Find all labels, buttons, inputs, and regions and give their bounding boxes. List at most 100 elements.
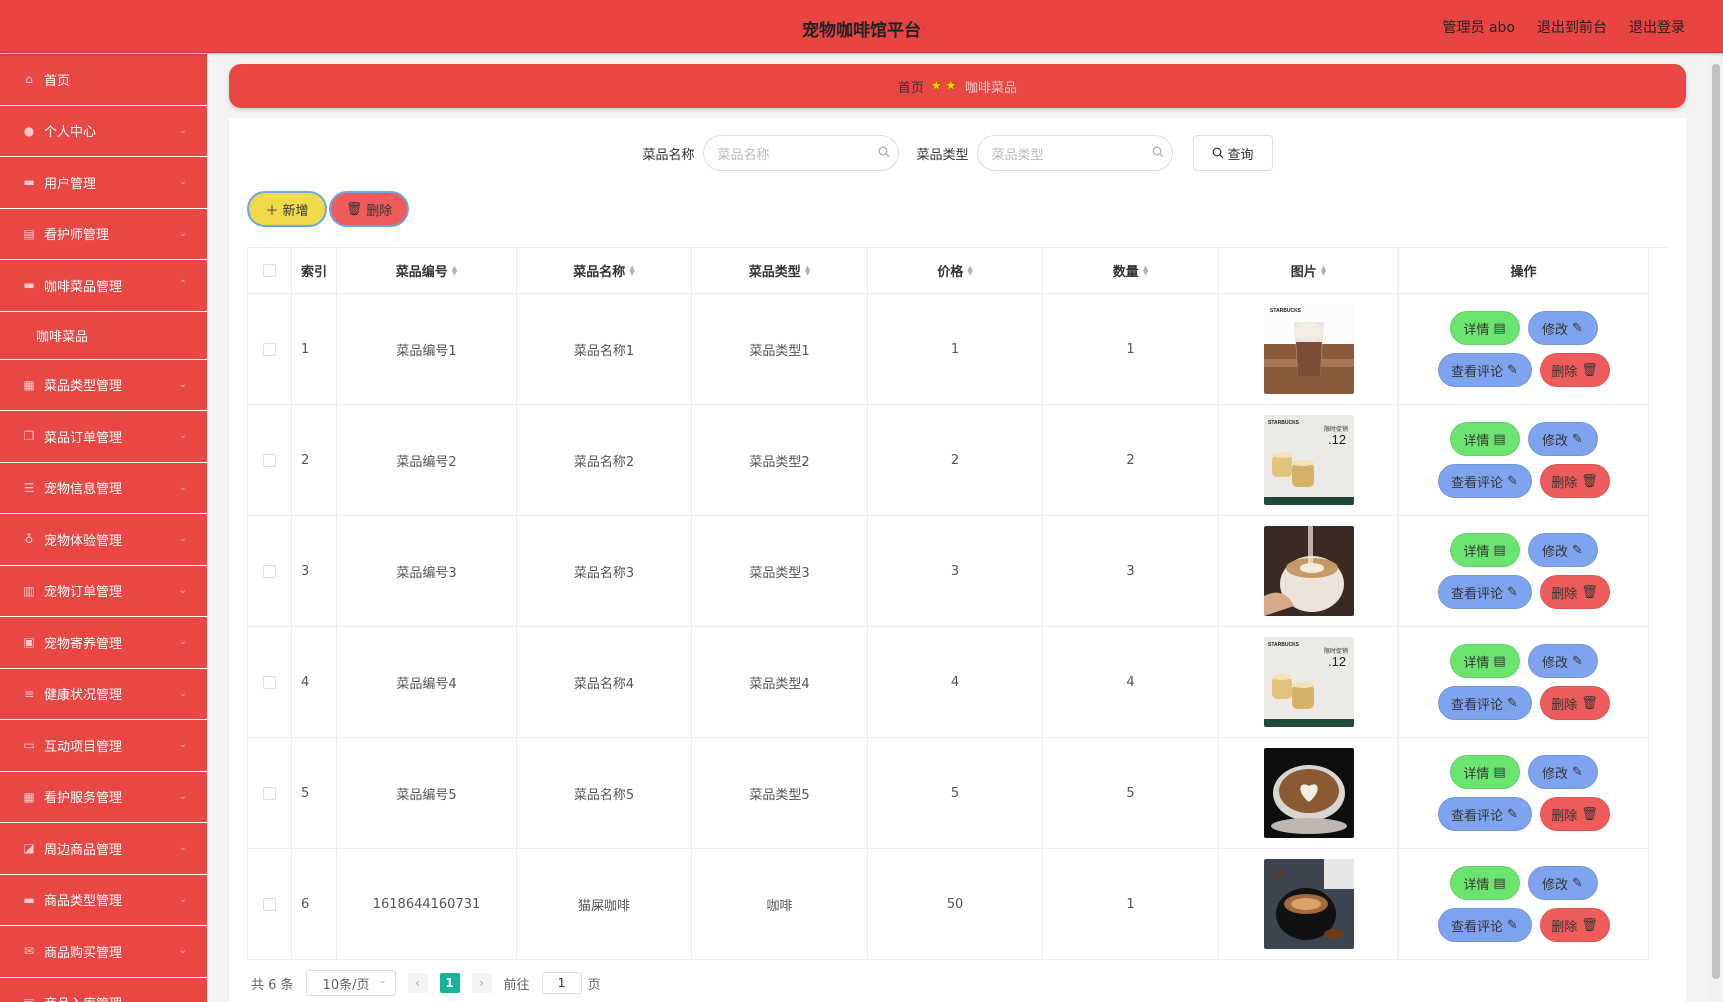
- sort-icon[interactable]: ▲ ▼: [805, 264, 810, 276]
- delete-button[interactable]: 删除 🗑: [1539, 353, 1610, 387]
- sidebar-item-profile[interactable]: ● 个人中心 ⌄: [0, 106, 207, 157]
- sidebar-item-goods-purchase[interactable]: ✉ 商品购买管理 ⌄: [0, 926, 207, 978]
- sidebar-item-label: 菜品订单管理: [44, 430, 123, 446]
- sidebar-item-pet-boarding[interactable]: ▣ 宠物寄养管理 ⌄: [0, 617, 207, 669]
- view-comments-button[interactable]: 查看评论 ✎: [1437, 797, 1532, 831]
- row-checkbox[interactable]: [263, 786, 276, 800]
- scrollbar-thumb[interactable]: [1712, 64, 1720, 979]
- edit-button[interactable]: 修改 ✎: [1527, 755, 1598, 789]
- batch-delete-button[interactable]: 🗑 删除: [329, 191, 409, 227]
- user-icon: ●: [23, 123, 35, 138]
- delete-button[interactable]: 删除 🗑: [1539, 797, 1610, 831]
- edit-button[interactable]: 修改 ✎: [1527, 422, 1598, 456]
- sidebar-item-pet-orders[interactable]: ▥ 宠物订单管理 ⌄: [0, 566, 207, 617]
- delete-button[interactable]: 删除 🗑: [1539, 464, 1610, 498]
- cell-price: 2: [868, 405, 1043, 516]
- delete-button[interactable]: 删除 🗑: [1539, 686, 1610, 720]
- breadcrumb-home[interactable]: 首页: [898, 77, 924, 96]
- view-comments-button[interactable]: 查看评论 ✎: [1437, 464, 1532, 498]
- sidebar-item-label: 宠物信息管理: [44, 482, 123, 498]
- sidebar-item-dish-types[interactable]: ▦ 菜品类型管理 ⌄: [0, 360, 207, 411]
- sidebar-item-goods-types[interactable]: ▬ 商品类型管理 ⌄: [0, 875, 207, 926]
- logout-link[interactable]: 退出登录: [1629, 17, 1685, 37]
- dish-image[interactable]: [1263, 859, 1354, 949]
- trash-icon: 🗑: [1581, 584, 1598, 600]
- sidebar-item-label: 商品类型管理: [44, 894, 123, 910]
- sort-icon[interactable]: ▲ ▼: [629, 264, 634, 276]
- detail-button[interactable]: 详情 ▤: [1449, 755, 1520, 789]
- sidebar-item-health[interactable]: ≡ 健康状况管理 ⌄: [0, 669, 207, 720]
- dish-image[interactable]: [1263, 748, 1354, 838]
- view-comments-button[interactable]: 查看评论 ✎: [1437, 686, 1532, 720]
- delete-button[interactable]: 删除 🗑: [1539, 575, 1610, 609]
- dish-image[interactable]: STARBUCKS: [1263, 304, 1354, 394]
- column-header-code[interactable]: 菜品编号 ▲ ▼: [337, 248, 517, 294]
- sidebar-item-label: 宠物寄养管理: [44, 636, 123, 652]
- detail-button[interactable]: 详情 ▤: [1449, 422, 1520, 456]
- sidebar-item-goods-stock[interactable]: ▣ 商品入库管理 ⌄: [0, 978, 207, 1002]
- row-checkbox[interactable]: [263, 897, 276, 911]
- page-number-current[interactable]: 1: [439, 973, 460, 993]
- detail-button[interactable]: 详情 ▤: [1449, 533, 1520, 567]
- view-comments-button[interactable]: 查看评论 ✎: [1437, 353, 1532, 387]
- dish-image[interactable]: [1263, 526, 1354, 616]
- column-header-type[interactable]: 菜品类型 ▲ ▼: [692, 248, 868, 294]
- admin-user-label[interactable]: 管理员 abo: [1443, 17, 1515, 37]
- sidebar-item-label: 咖啡菜品管理: [44, 279, 123, 295]
- row-checkbox[interactable]: [263, 675, 276, 689]
- dish-name-input[interactable]: 菜品名称: [702, 135, 899, 171]
- sidebar-item-caregivers[interactable]: ▤ 看护师管理 ⌄: [0, 209, 207, 260]
- cell-index: 3: [292, 516, 337, 627]
- page-size-select[interactable]: 10条/页 ⌄: [305, 970, 396, 996]
- page-scrollbar[interactable]: [1709, 54, 1723, 1002]
- sidebar-item-pet-experience[interactable]: ♁ 宠物体验管理 ⌄: [0, 514, 207, 566]
- sidebar-item-dish-orders[interactable]: ❐ 菜品订单管理 ⌄: [0, 411, 207, 463]
- column-header-price[interactable]: 价格 ▲ ▼: [868, 248, 1043, 294]
- goto-page-input[interactable]: 1: [541, 972, 582, 994]
- dish-image[interactable]: STARBUCKS 限时促销 .12: [1263, 637, 1354, 727]
- detail-button[interactable]: 详情 ▤: [1449, 866, 1520, 900]
- view-comments-button[interactable]: 查看评论 ✎: [1437, 575, 1532, 609]
- add-button[interactable]: ＋ 新增: [247, 191, 327, 227]
- svg-text:STARBUCKS: STARBUCKS: [1270, 308, 1302, 314]
- exit-to-front-link[interactable]: 退出到前台: [1537, 17, 1607, 37]
- select-all-checkbox[interactable]: [263, 264, 276, 277]
- sort-icon[interactable]: ▲ ▼: [452, 264, 457, 276]
- pencil-icon: ✎: [1572, 320, 1583, 336]
- cell-index: 2: [292, 405, 337, 516]
- sidebar-item-merch[interactable]: ◪ 周边商品管理 ⌄: [0, 823, 207, 875]
- dish-image[interactable]: STARBUCKS 限时促销 .12: [1263, 415, 1354, 505]
- row-checkbox[interactable]: [263, 564, 276, 578]
- edit-button[interactable]: 修改 ✎: [1527, 866, 1598, 900]
- sidebar-item-home[interactable]: ⌂ 首页: [0, 54, 207, 106]
- sort-icon[interactable]: ▲ ▼: [1321, 264, 1326, 276]
- column-header-qty[interactable]: 数量 ▲ ▼: [1043, 248, 1219, 294]
- table-row: 3 菜品编号3 菜品名称3 菜品类型3 3 3 详情 ▤ 修改 ✎ 查看评论 ✎ 删除 🗑: [248, 516, 1668, 627]
- chevron-down-icon: ⌄: [178, 378, 187, 390]
- detail-button[interactable]: 详情 ▤: [1449, 644, 1520, 678]
- sort-icon[interactable]: ▲ ▼: [1143, 264, 1148, 276]
- column-header-name[interactable]: 菜品名称 ▲ ▼: [517, 248, 692, 294]
- edit-button[interactable]: 修改 ✎: [1527, 533, 1598, 567]
- sidebar-item-care-services[interactable]: ▦ 看护服务管理 ⌄: [0, 772, 207, 823]
- edit-button[interactable]: 修改 ✎: [1527, 644, 1598, 678]
- row-checkbox[interactable]: [263, 342, 276, 356]
- view-comments-button[interactable]: 查看评论 ✎: [1437, 908, 1532, 942]
- delete-button[interactable]: 删除 🗑: [1539, 908, 1610, 942]
- prev-page-button[interactable]: ‹: [407, 973, 428, 993]
- detail-button[interactable]: 详情 ▤: [1449, 311, 1520, 345]
- sidebar-item-users[interactable]: ▬ 用户管理 ⌄: [0, 157, 207, 209]
- dish-type-input[interactable]: 菜品类型: [976, 135, 1173, 171]
- sidebar-item-coffee-dishes[interactable]: ▬ 咖啡菜品管理 ⌃: [0, 260, 207, 312]
- sidebar-subitem-coffee-dish[interactable]: 咖啡菜品: [0, 312, 207, 360]
- query-button[interactable]: 查询: [1192, 135, 1273, 171]
- sort-icon[interactable]: ▲ ▼: [967, 264, 972, 276]
- delete-label: 删除: [1551, 364, 1578, 380]
- next-page-button[interactable]: ›: [471, 973, 492, 993]
- edit-button[interactable]: 修改 ✎: [1527, 311, 1598, 345]
- sidebar-item-pet-info[interactable]: ☰ 宠物信息管理 ⌄: [0, 463, 207, 514]
- sidebar-item-interactive[interactable]: ▭ 互动项目管理 ⌄: [0, 720, 207, 772]
- column-header-image[interactable]: 图片 ▲ ▼: [1219, 248, 1399, 294]
- trash-icon: 🗑: [1581, 473, 1598, 489]
- row-checkbox[interactable]: [263, 453, 276, 467]
